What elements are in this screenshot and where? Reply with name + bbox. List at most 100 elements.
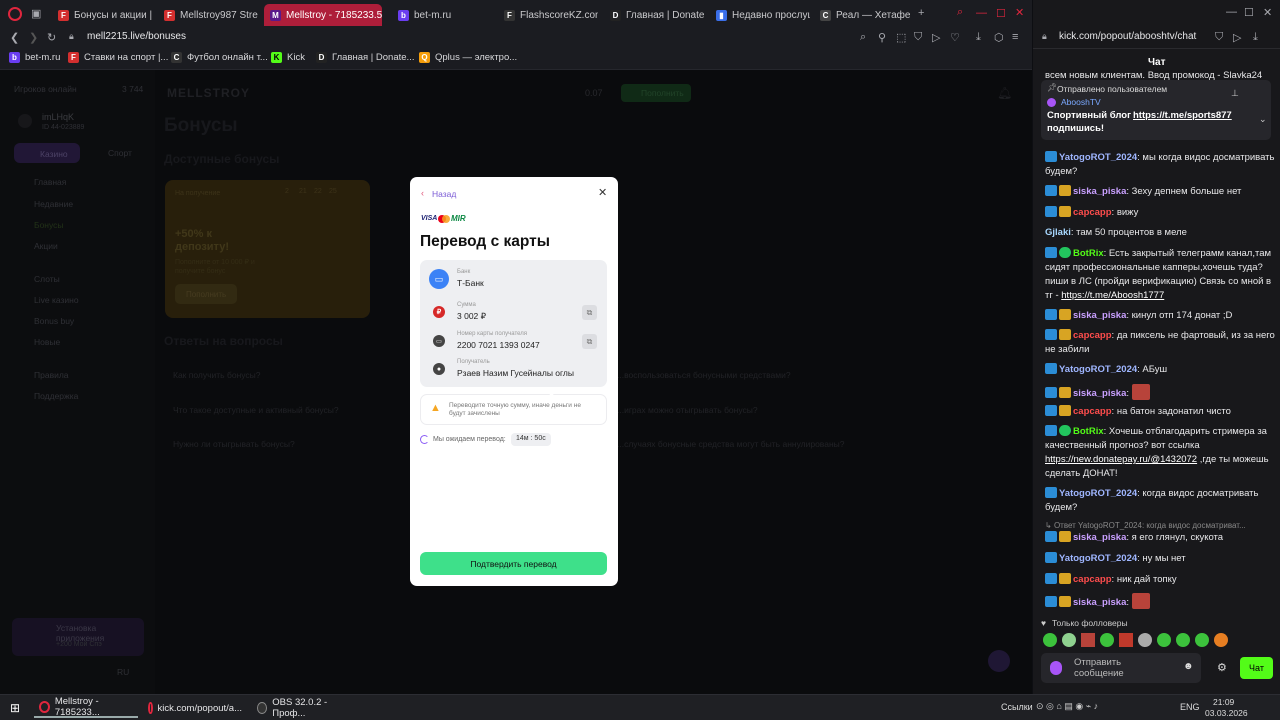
emote-icon[interactable] — [1195, 633, 1209, 647]
chat-message: siska_piska: я его глянул, скукота — [1045, 531, 1275, 545]
emote-icon[interactable] — [1043, 633, 1057, 647]
shield-icon[interactable]: ⛉ — [1215, 31, 1223, 44]
settings-gear-icon[interactable]: ⚙ — [1217, 661, 1227, 674]
send-icon[interactable]: ▷ — [932, 31, 940, 44]
copy-amount-icon[interactable]: ⧉ — [582, 305, 597, 320]
tray-icons[interactable]: ⊙ ◎ ⌂ ▤ ◉ ⌁ ♪ — [1036, 701, 1098, 712]
emote-icon[interactable] — [1062, 633, 1076, 647]
back-link[interactable]: Назад — [432, 189, 456, 199]
tab-bonuses[interactable]: FБонусы и акции | F0 — [52, 4, 152, 26]
tab-donatepay[interactable]: DГлавная | DonatePa — [604, 4, 704, 26]
tab-manager-icon[interactable]: ▣ — [31, 7, 41, 20]
pin-icon[interactable]: ⚲ — [878, 31, 886, 44]
close-icon[interactable]: ✕ — [598, 186, 607, 199]
copy-card-icon[interactable]: ⧉ — [582, 334, 597, 349]
emote-icon[interactable] — [1176, 633, 1190, 647]
emote-icon[interactable] — [1157, 633, 1171, 647]
back-chevron-icon[interactable]: ‹ — [421, 188, 424, 198]
bookmark-donate[interactable]: D Главная | Donate... — [316, 52, 414, 63]
chat-message: siska_piska: — [1045, 384, 1275, 401]
modal-title: Перевод с карты — [420, 233, 550, 250]
badge-icon — [1045, 552, 1057, 563]
badge-icon — [1045, 329, 1057, 340]
warning-icon: ▲ — [430, 402, 441, 414]
opera-logo-icon[interactable] — [8, 7, 22, 21]
minimize-icon[interactable]: — — [976, 7, 987, 19]
maximize-icon[interactable]: ☐ — [996, 7, 1006, 20]
tab-flashscore[interactable]: F FlashscoreKZ.com — [498, 4, 598, 26]
emoji-icon[interactable]: ☻ — [1183, 661, 1194, 672]
chevron-down-icon[interactable]: ⌄ — [1259, 114, 1267, 125]
confirm-transfer-button[interactable]: Подтвердить перевод — [420, 552, 607, 575]
language-indicator[interactable]: ENG — [1180, 702, 1200, 712]
bookmark-bet-m[interactable]: b bet-m.ru — [9, 52, 60, 63]
clock-date[interactable]: 03.03.2026 — [1205, 708, 1248, 718]
forward-icon[interactable]: ❯ — [29, 31, 38, 44]
pinned-link[interactable]: https://t.me/sports877 — [1133, 110, 1232, 121]
opera-icon — [148, 702, 153, 714]
chat-link[interactable]: https://t.me/Aboosh1777 — [1061, 290, 1164, 301]
emote-icon[interactable] — [1138, 633, 1152, 647]
chat-message: YatogoROT_2024: АБуш — [1045, 363, 1275, 377]
emote-icon[interactable] — [1214, 633, 1228, 647]
chat-message: capcapp: вижу — [1045, 206, 1275, 220]
maximize-icon[interactable]: ☐ — [1244, 6, 1254, 19]
shield-icon[interactable]: ⛉ — [914, 31, 922, 44]
windows-start-icon[interactable]: ⊞ — [10, 701, 20, 715]
bookmarks-bar: b bet-m.ru F Ставки на спорт |... C Футбол … — [0, 48, 1032, 70]
download-icon[interactable]: ⤓ — [976, 31, 981, 44]
pinned-user[interactable]: AbooshTV — [1061, 97, 1101, 107]
tab-recent[interactable]: ▮Недавно прослуша — [710, 4, 810, 26]
tab-mellstroy-active[interactable]: MMellstroy - 7185233.5005 — [264, 4, 382, 26]
close-icon[interactable]: ✕ — [1263, 6, 1272, 19]
tab-favicon-icon: C — [820, 9, 831, 21]
tab-favicon-icon: b — [398, 9, 409, 21]
send-chat-button[interactable]: Чат — [1240, 657, 1273, 679]
bookmark-football[interactable]: C Футбол онлайн т... — [171, 52, 268, 63]
zoom-icon[interactable]: ⌕ — [860, 31, 866, 44]
emote-icon[interactable] — [1119, 633, 1133, 647]
chat-link[interactable]: https://new.donatepay.ru/@1432072 — [1045, 454, 1197, 465]
chat-input[interactable]: Отправить сообщение ☻ — [1041, 653, 1201, 683]
heart-icon[interactable]: ♡ — [950, 31, 960, 44]
tab-real-getafe[interactable]: CРеал — Хетафе. Об — [814, 4, 910, 26]
badge-icon — [1045, 573, 1057, 584]
send-icon[interactable]: ▷ — [1233, 31, 1241, 44]
unpin-icon[interactable]: ⊥ — [1231, 88, 1239, 99]
taskbar-item-opera-kick[interactable]: kick.com/popout/a... — [143, 698, 247, 718]
taskbar-item-opera-mellstroy[interactable]: Mellstroy - 7185233... — [34, 696, 138, 718]
clock-time[interactable]: 21:09 — [1213, 697, 1234, 707]
pinned-message: 📌︎ Отправлено пользователем AbooshTV Спо… — [1041, 80, 1271, 140]
bookmark-kick[interactable]: K Kick — [271, 52, 305, 63]
loading-spinner-icon — [420, 435, 429, 444]
minimize-icon[interactable]: — — [1226, 6, 1237, 18]
emote-icon[interactable] — [1100, 633, 1114, 647]
download-icon[interactable]: ⤓ — [1253, 31, 1258, 44]
chat-title: Чат — [1148, 57, 1166, 68]
chat-window: — ☐ ✕ 🔒︎ kick.com/popout/abooshtv/chat ⛉… — [1033, 0, 1280, 694]
badge-icon — [1045, 363, 1057, 374]
extensions-icon[interactable]: ⬡ — [994, 31, 1004, 44]
back-icon[interactable]: ❮ — [10, 31, 19, 44]
bookmark-qplus[interactable]: Q Qplus — электро... — [419, 52, 517, 63]
emote-icon[interactable] — [1081, 633, 1095, 647]
card-transfer-modal: ‹ Назад ✕ VISA MIR Перевод с карты ▭ Бан… — [410, 177, 618, 586]
reload-icon[interactable]: ↻ — [47, 31, 56, 44]
microphone-icon[interactable] — [1050, 661, 1062, 675]
tab-bet-m[interactable]: b bet-m.ru — [392, 4, 492, 26]
taskbar-item-obs[interactable]: OBS 32.0.2 - Проф... — [252, 697, 352, 719]
close-icon[interactable]: ✕ — [1015, 6, 1024, 19]
divider — [1033, 48, 1280, 49]
chat-message: capcapp: на батон задонатил чисто — [1045, 405, 1275, 419]
tab-mellstroy-stream[interactable]: FMellstroy987 Stream — [158, 4, 258, 26]
links-toolbar[interactable]: Ссылки — [1001, 702, 1033, 712]
bookmark-sport-bets[interactable]: F Ставки на спорт |... — [68, 52, 168, 63]
snapshot-icon[interactable]: ⬚ — [896, 31, 906, 44]
menu-icon[interactable]: ≡ — [1012, 31, 1018, 43]
new-tab-icon[interactable]: + — [918, 7, 924, 19]
search-icon[interactable]: ⌕ — [957, 6, 963, 19]
chat-url[interactable]: kick.com/popout/abooshtv/chat — [1059, 31, 1196, 42]
card-number-value: 2200 7021 1393 0247 — [457, 340, 540, 350]
url-text[interactable]: mell2215.live/bonuses — [87, 31, 186, 42]
bookmark-favicon-icon: D — [316, 52, 327, 63]
